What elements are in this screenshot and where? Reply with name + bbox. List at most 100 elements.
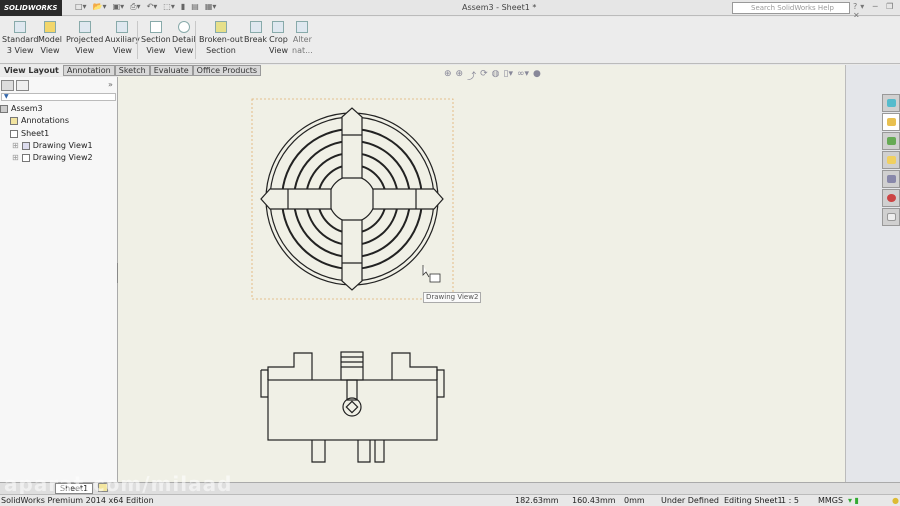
feature-tree-tab-icon[interactable]: [1, 80, 14, 91]
heads-up-view-toolbar: ⊕ ⊕ ⤴ ⟳ ◍ ▯▾ ∞▾ ●: [444, 69, 541, 82]
crop-view-icon: [272, 21, 285, 33]
drawing-sheet: [251, 98, 454, 463]
rebuild-status-icon[interactable]: ▾ ▮: [848, 495, 859, 506]
sheet-icon: [10, 129, 18, 138]
broken-out-section-icon: [214, 21, 227, 33]
status-definition-state: Under Defined: [661, 496, 719, 505]
drawing-view-icon: [21, 142, 30, 151]
tree-item-drawing-view1[interactable]: ⊞ Drawing View1: [0, 140, 93, 152]
resources-icon: [887, 99, 896, 107]
drawing-view-front-chuck: [260, 107, 444, 291]
filter-input[interactable]: ▼: [1, 93, 116, 101]
select-icon[interactable]: ⬚▾: [163, 2, 175, 12]
folder-icon: [887, 156, 896, 164]
status-z-coordinate: 0mm: [624, 496, 645, 505]
alternate-position-icon: [296, 21, 309, 33]
tree-item-sheet1[interactable]: Sheet1: [0, 128, 93, 140]
task-pane-custom-properties[interactable]: [882, 208, 900, 226]
break-icon: [249, 21, 262, 33]
drawing-canvas[interactable]: [118, 65, 845, 482]
auxiliary-view-icon: [116, 21, 129, 33]
model-view-icon: [44, 21, 57, 33]
status-bar: SolidWorks Premium 2014 x64 Edition 182.…: [0, 494, 900, 506]
view-palette-icon: [887, 175, 896, 183]
tree-item-assem3[interactable]: Assem3: [0, 103, 93, 115]
status-edition: SolidWorks Premium 2014 x64 Edition: [1, 496, 154, 505]
model-view-button[interactable]: Model View: [38, 21, 62, 56]
detail-view-icon: [177, 21, 190, 33]
expand-panel-icon[interactable]: »: [108, 80, 113, 89]
save-icon[interactable]: ▣▾: [113, 2, 125, 12]
status-y-coordinate: 160.43mm: [572, 496, 616, 505]
crop-view-button[interactable]: Crop View: [269, 21, 288, 56]
tab-sketch[interactable]: Sketch: [114, 65, 150, 76]
command-tabs: View Layout Annotation Sketch Evaluate O…: [0, 65, 262, 76]
annotations-icon: [10, 117, 18, 126]
command-manager: Standard 3 View Model View Projected View A…: [0, 17, 900, 64]
tooltip-bulb-icon[interactable]: ●: [892, 495, 899, 506]
alternate-position-view-button[interactable]: Alter nat...: [292, 21, 313, 56]
status-units[interactable]: MMGS: [818, 495, 843, 506]
standard-3-view-button[interactable]: Standard 3 View: [2, 21, 38, 56]
zoom-to-fit-icon[interactable]: ⊕: [444, 69, 452, 82]
design-library-icon: [887, 118, 896, 126]
tab-evaluate[interactable]: Evaluate: [149, 65, 193, 76]
projected-view-icon: [78, 21, 91, 33]
property-manager-tab-icon[interactable]: [16, 80, 29, 91]
status-x-coordinate: 182.63mm: [515, 496, 559, 505]
detail-view-button[interactable]: Detail View: [172, 21, 196, 56]
tab-view-layout[interactable]: View Layout: [0, 65, 63, 76]
task-pane: [845, 65, 900, 482]
broken-out-section-button[interactable]: Broken-out Section: [199, 21, 243, 56]
task-pane-view-palette[interactable]: [882, 170, 900, 188]
file-properties-icon[interactable]: ▤: [191, 2, 199, 12]
break-button[interactable]: Break: [244, 21, 267, 45]
task-pane-folder[interactable]: [882, 151, 900, 169]
status-scale[interactable]: 1 : 5: [781, 495, 799, 506]
task-pane-file-explorer[interactable]: [882, 132, 900, 150]
new-icon[interactable]: □▾: [75, 2, 87, 12]
auxiliary-view-button[interactable]: Auxiliary View: [105, 21, 140, 56]
expand-icon[interactable]: ⊞: [12, 152, 19, 164]
task-pane-appearances[interactable]: [882, 189, 900, 207]
drawing-view-cursor-icon: [429, 273, 441, 283]
section-view-button[interactable]: Section View: [141, 21, 171, 56]
feature-tree: Assem3 Annotations Sheet1 ⊞ Drawing View1…: [0, 103, 93, 164]
rebuild-icon[interactable]: ▮: [181, 2, 185, 12]
drawing-view-icon: [21, 154, 30, 163]
display-style-icon[interactable]: ▯▾: [504, 69, 513, 82]
drawing-view-top-chuck: [260, 351, 445, 463]
tab-office-products[interactable]: Office Products: [192, 65, 262, 76]
view-settings-icon[interactable]: ◍: [492, 69, 500, 82]
appearances-icon: [887, 194, 896, 202]
task-pane-solidworks-resources[interactable]: [882, 94, 900, 112]
previous-view-icon[interactable]: ⤴: [467, 69, 476, 82]
tab-annotation[interactable]: Annotation: [62, 65, 115, 76]
redraw-icon[interactable]: ⟳: [480, 69, 488, 82]
watermark: aparat.com/milaad: [4, 472, 233, 496]
drawing-icon: [0, 105, 8, 114]
expand-icon[interactable]: ⊞: [12, 140, 19, 152]
tooltip: Drawing View2: [423, 292, 482, 303]
mouse-cursor-icon: [422, 265, 430, 278]
options-icon[interactable]: ▦▾: [205, 2, 217, 12]
tree-item-drawing-view2[interactable]: ⊞ Drawing View2: [0, 152, 93, 164]
feature-manager-panel: » ▼ Assem3 Annotations Sheet1 ⊞ Drawing V…: [0, 77, 121, 482]
appearance-icon[interactable]: ●: [533, 69, 541, 82]
undo-icon[interactable]: ↶▾: [147, 2, 158, 12]
quick-access-toolbar: □▾ 📂▾ ▣▾ ⎙▾ ↶▾ ⬚▾ ▮ ▤ ▦▾: [75, 2, 216, 12]
search-help-input[interactable]: Search SolidWorks Help: [732, 2, 850, 14]
tree-item-annotations[interactable]: Annotations: [0, 115, 93, 127]
projected-view-button[interactable]: Projected View: [66, 21, 103, 56]
file-explorer-icon: [887, 137, 896, 145]
custom-properties-icon: [887, 213, 896, 221]
open-icon[interactable]: 📂▾: [93, 2, 107, 12]
solidworks-logo[interactable]: SOLIDWORKS: [0, 0, 62, 16]
hide-show-items-icon[interactable]: ∞▾: [517, 69, 529, 82]
standard-3-view-icon: [14, 21, 27, 33]
zoom-to-area-icon[interactable]: ⊕: [456, 69, 464, 82]
print-icon[interactable]: ⎙▾: [130, 2, 140, 12]
status-editing: Editing Sheet1: [724, 496, 783, 505]
task-pane-design-library[interactable]: [882, 113, 900, 131]
document-title: Assem3 - Sheet1 *: [462, 3, 537, 12]
